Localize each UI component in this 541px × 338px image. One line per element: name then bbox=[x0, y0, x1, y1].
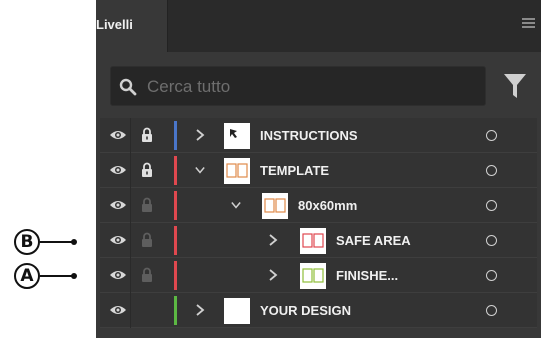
eye-icon[interactable] bbox=[110, 269, 126, 281]
layer-row-finished[interactable]: FINISHE... bbox=[100, 258, 537, 293]
layers-panel: Livelli INSTRUCTIONS bbox=[96, 0, 541, 338]
eye-icon[interactable] bbox=[110, 129, 126, 141]
chevron-right-icon[interactable] bbox=[268, 269, 278, 281]
search-icon bbox=[119, 78, 137, 96]
layer-thumbnail bbox=[224, 123, 250, 149]
layer-thumbnail bbox=[224, 158, 250, 184]
layer-row-instructions[interactable]: INSTRUCTIONS bbox=[100, 118, 537, 153]
lock-icon-dimmed[interactable] bbox=[141, 267, 153, 282]
chevron-down-icon[interactable] bbox=[195, 164, 205, 176]
layer-row-safe-area[interactable]: SAFE AREA bbox=[100, 223, 537, 258]
layers-list: INSTRUCTIONS TEMPLATE 80x60mm SAFE AREA … bbox=[100, 118, 537, 328]
lock-icon-dimmed[interactable] bbox=[141, 197, 153, 212]
target-circle-icon[interactable] bbox=[486, 130, 497, 141]
layer-color-bar bbox=[174, 261, 177, 290]
layer-thumbnail bbox=[224, 298, 250, 324]
layer-color-bar bbox=[174, 226, 177, 255]
layer-thumbnail bbox=[300, 263, 326, 289]
column-divider bbox=[130, 153, 131, 188]
chevron-right-icon[interactable] bbox=[195, 304, 205, 316]
layer-row-template[interactable]: TEMPLATE bbox=[100, 153, 537, 188]
column-divider bbox=[130, 188, 131, 223]
callout-b-dot bbox=[71, 239, 77, 245]
chevron-right-icon[interactable] bbox=[195, 129, 205, 141]
target-circle-icon[interactable] bbox=[486, 165, 497, 176]
tab-livelli[interactable]: Livelli bbox=[96, 0, 168, 52]
layer-row-your-design[interactable]: YOUR DESIGN bbox=[100, 293, 537, 328]
layer-thumbnail bbox=[300, 228, 326, 254]
layer-label: SAFE AREA bbox=[336, 233, 411, 248]
callout-b-letter: B bbox=[14, 229, 40, 255]
layer-label: 80x60mm bbox=[298, 198, 358, 213]
layer-label: TEMPLATE bbox=[260, 163, 330, 178]
layer-color-bar bbox=[174, 156, 177, 185]
chevron-right-icon[interactable] bbox=[268, 234, 278, 246]
search-box bbox=[110, 66, 486, 106]
column-divider bbox=[130, 118, 131, 153]
target-circle-icon[interactable] bbox=[486, 270, 497, 281]
layer-color-bar bbox=[174, 191, 177, 220]
search-input[interactable] bbox=[147, 73, 467, 101]
layer-color-bar bbox=[174, 121, 177, 150]
lock-icon[interactable] bbox=[141, 162, 153, 177]
target-circle-icon[interactable] bbox=[486, 305, 497, 316]
column-divider bbox=[130, 258, 131, 293]
filter-icon[interactable] bbox=[504, 74, 526, 98]
lock-icon-dimmed[interactable] bbox=[141, 232, 153, 247]
callout-a-line bbox=[40, 275, 73, 277]
chevron-down-icon[interactable] bbox=[231, 199, 241, 211]
layer-color-bar bbox=[174, 296, 177, 325]
column-divider bbox=[130, 293, 131, 328]
target-circle-icon[interactable] bbox=[486, 235, 497, 246]
panel-tab-bar: Livelli bbox=[96, 0, 541, 52]
layer-label: INSTRUCTIONS bbox=[260, 128, 358, 143]
layer-row-80x60mm[interactable]: 80x60mm bbox=[100, 188, 537, 223]
callout-a: A bbox=[14, 263, 77, 289]
target-circle-icon[interactable] bbox=[486, 200, 497, 211]
callout-a-dot bbox=[71, 273, 77, 279]
eye-icon[interactable] bbox=[110, 234, 126, 246]
layer-label: YOUR DESIGN bbox=[260, 303, 352, 318]
column-divider bbox=[130, 223, 131, 258]
callout-b: B bbox=[14, 229, 77, 255]
eye-icon[interactable] bbox=[110, 304, 126, 316]
panel-menu-icon[interactable] bbox=[522, 18, 535, 28]
tab-livelli-label: Livelli bbox=[96, 17, 133, 32]
callout-b-line bbox=[40, 241, 73, 243]
eye-icon[interactable] bbox=[110, 164, 126, 176]
layer-thumbnail bbox=[262, 193, 288, 219]
callout-a-letter: A bbox=[14, 263, 40, 289]
layer-label: FINISHE... bbox=[336, 268, 399, 283]
lock-icon[interactable] bbox=[141, 127, 153, 142]
eye-icon[interactable] bbox=[110, 199, 126, 211]
